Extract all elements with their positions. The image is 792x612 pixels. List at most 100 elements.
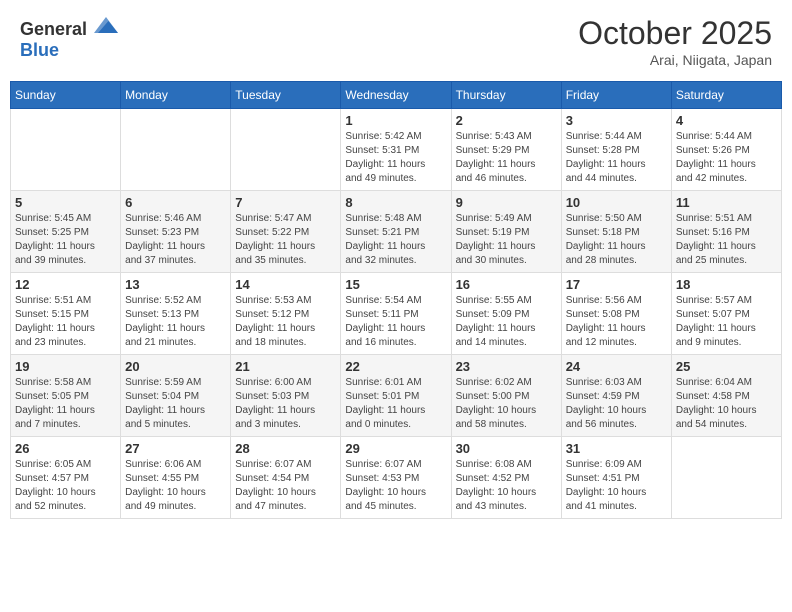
calendar-cell: 5Sunrise: 5:45 AM Sunset: 5:25 PM Daylig… — [11, 191, 121, 273]
calendar-cell: 19 Sunrise: 5:58 AM Sunset: 5:05 PM Dayli… — [11, 355, 121, 437]
day-info: Sunrise: 6:09 AM Sunset: 4:51 PM Dayligh… — [566, 458, 667, 514]
weekday-header: Thursday — [451, 82, 561, 109]
calendar-cell: 9 Sunrise: 5:49 AM Sunset: 5:19 PM Daylig… — [451, 191, 561, 273]
day-info: Sunrise: 6:07 AM Sunset: 4:53 PM Dayligh… — [345, 458, 446, 514]
day-number: 30 — [456, 441, 557, 456]
day-info: Sunrise: 6:00 AM Sunset: 5:03 PM Dayligh… — [235, 376, 336, 432]
day-info: Sunrise: 5:55 AM Sunset: 5:09 PM Dayligh… — [456, 294, 557, 350]
weekday-header: Wednesday — [341, 82, 451, 109]
day-number: 22 — [345, 359, 446, 374]
page-header: General Blue October 2025 Arai, Niigata,… — [10, 10, 782, 73]
day-info: Sunrise: 5:58 AM Sunset: 5:05 PM Dayligh… — [15, 376, 116, 432]
calendar-cell: 17 Sunrise: 5:56 AM Sunset: 5:08 PM Dayli… — [561, 273, 671, 355]
day-number: 12 — [15, 277, 116, 292]
calendar-cell: 4 Sunrise: 5:44 AM Sunset: 5:26 PM Daylig… — [671, 109, 781, 191]
day-info: Sunrise: 5:49 AM Sunset: 5:19 PM Dayligh… — [456, 212, 557, 268]
day-info: Sunrise: 5:42 AM Sunset: 5:31 PM Dayligh… — [345, 130, 446, 186]
day-info: Sunrise: 5:44 AM Sunset: 5:26 PM Dayligh… — [676, 130, 777, 186]
calendar-cell: 23 Sunrise: 6:02 AM Sunset: 5:00 PM Dayli… — [451, 355, 561, 437]
day-number: 15 — [345, 277, 446, 292]
day-info: Sunrise: 5:46 AM Sunset: 5:23 PM Dayligh… — [125, 212, 226, 268]
day-info: Sunrise: 6:08 AM Sunset: 4:52 PM Dayligh… — [456, 458, 557, 514]
day-number: 26 — [15, 441, 116, 456]
calendar-week-row: 12 Sunrise: 5:51 AM Sunset: 5:15 PM Dayli… — [11, 273, 782, 355]
weekday-header: Tuesday — [231, 82, 341, 109]
day-number: 3 — [566, 113, 667, 128]
day-info: Sunrise: 6:03 AM Sunset: 4:59 PM Dayligh… — [566, 376, 667, 432]
calendar-cell: 1 Sunrise: 5:42 AM Sunset: 5:31 PM Daylig… — [341, 109, 451, 191]
calendar-cell: 16 Sunrise: 5:55 AM Sunset: 5:09 PM Dayli… — [451, 273, 561, 355]
calendar-cell — [11, 109, 121, 191]
calendar-cell: 27Sunrise: 6:06 AM Sunset: 4:55 PM Dayli… — [121, 437, 231, 519]
month-title: October 2025 — [578, 15, 772, 52]
calendar-cell — [121, 109, 231, 191]
weekday-header: Friday — [561, 82, 671, 109]
weekday-header: Sunday — [11, 82, 121, 109]
calendar-cell: 12 Sunrise: 5:51 AM Sunset: 5:15 PM Dayli… — [11, 273, 121, 355]
calendar-header-row: SundayMondayTuesdayWednesdayThursdayFrid… — [11, 82, 782, 109]
calendar-cell: 21 Sunrise: 6:00 AM Sunset: 5:03 PM Dayli… — [231, 355, 341, 437]
calendar-cell — [231, 109, 341, 191]
logo-blue: Blue — [20, 40, 59, 60]
calendar-cell: 25 Sunrise: 6:04 AM Sunset: 4:58 PM Dayli… — [671, 355, 781, 437]
logo-icon — [94, 15, 118, 35]
location-title: Arai, Niigata, Japan — [578, 52, 772, 68]
day-number: 11 — [676, 195, 777, 210]
calendar-cell: 7Sunrise: 5:47 AM Sunset: 5:22 PM Daylig… — [231, 191, 341, 273]
calendar-week-row: 1 Sunrise: 5:42 AM Sunset: 5:31 PM Daylig… — [11, 109, 782, 191]
weekday-header: Monday — [121, 82, 231, 109]
day-number: 28 — [235, 441, 336, 456]
calendar-cell: 3 Sunrise: 5:44 AM Sunset: 5:28 PM Daylig… — [561, 109, 671, 191]
calendar-cell: 30 Sunrise: 6:08 AM Sunset: 4:52 PM Dayli… — [451, 437, 561, 519]
calendar-week-row: 19 Sunrise: 5:58 AM Sunset: 5:05 PM Dayli… — [11, 355, 782, 437]
day-number: 24 — [566, 359, 667, 374]
logo-general: General — [20, 19, 87, 39]
day-info: Sunrise: 5:52 AM Sunset: 5:13 PM Dayligh… — [125, 294, 226, 350]
calendar-cell: 6 Sunrise: 5:46 AM Sunset: 5:23 PM Daylig… — [121, 191, 231, 273]
day-number: 27 — [125, 441, 226, 456]
day-info: Sunrise: 5:51 AM Sunset: 5:16 PM Dayligh… — [676, 212, 777, 268]
day-info: Sunrise: 5:44 AM Sunset: 5:28 PM Dayligh… — [566, 130, 667, 186]
calendar-cell: 18Sunrise: 5:57 AM Sunset: 5:07 PM Dayli… — [671, 273, 781, 355]
day-number: 4 — [676, 113, 777, 128]
calendar-cell: 31Sunrise: 6:09 AM Sunset: 4:51 PM Dayli… — [561, 437, 671, 519]
day-number: 25 — [676, 359, 777, 374]
day-info: Sunrise: 6:01 AM Sunset: 5:01 PM Dayligh… — [345, 376, 446, 432]
day-number: 13 — [125, 277, 226, 292]
day-info: Sunrise: 5:51 AM Sunset: 5:15 PM Dayligh… — [15, 294, 116, 350]
calendar-cell: 8 Sunrise: 5:48 AM Sunset: 5:21 PM Daylig… — [341, 191, 451, 273]
day-number: 29 — [345, 441, 446, 456]
calendar-cell: 15Sunrise: 5:54 AM Sunset: 5:11 PM Dayli… — [341, 273, 451, 355]
day-number: 9 — [456, 195, 557, 210]
day-number: 17 — [566, 277, 667, 292]
logo: General Blue — [20, 15, 118, 61]
day-number: 7 — [235, 195, 336, 210]
day-info: Sunrise: 5:43 AM Sunset: 5:29 PM Dayligh… — [456, 130, 557, 186]
calendar-cell: 13 Sunrise: 5:52 AM Sunset: 5:13 PM Dayli… — [121, 273, 231, 355]
calendar-cell: 11 Sunrise: 5:51 AM Sunset: 5:16 PM Dayli… — [671, 191, 781, 273]
day-number: 8 — [345, 195, 446, 210]
day-number: 1 — [345, 113, 446, 128]
day-number: 23 — [456, 359, 557, 374]
day-info: Sunrise: 6:04 AM Sunset: 4:58 PM Dayligh… — [676, 376, 777, 432]
day-number: 19 — [15, 359, 116, 374]
day-number: 6 — [125, 195, 226, 210]
calendar-cell — [671, 437, 781, 519]
day-info: Sunrise: 5:56 AM Sunset: 5:08 PM Dayligh… — [566, 294, 667, 350]
day-info: Sunrise: 5:48 AM Sunset: 5:21 PM Dayligh… — [345, 212, 446, 268]
day-number: 16 — [456, 277, 557, 292]
day-number: 2 — [456, 113, 557, 128]
calendar-cell: 24 Sunrise: 6:03 AM Sunset: 4:59 PM Dayli… — [561, 355, 671, 437]
day-number: 21 — [235, 359, 336, 374]
day-number: 10 — [566, 195, 667, 210]
day-info: Sunrise: 6:02 AM Sunset: 5:00 PM Dayligh… — [456, 376, 557, 432]
calendar-cell: 2 Sunrise: 5:43 AM Sunset: 5:29 PM Daylig… — [451, 109, 561, 191]
calendar-week-row: 26Sunrise: 6:05 AM Sunset: 4:57 PM Dayli… — [11, 437, 782, 519]
calendar-cell: 28Sunrise: 6:07 AM Sunset: 4:54 PM Dayli… — [231, 437, 341, 519]
day-number: 14 — [235, 277, 336, 292]
day-info: Sunrise: 5:50 AM Sunset: 5:18 PM Dayligh… — [566, 212, 667, 268]
weekday-header: Saturday — [671, 82, 781, 109]
day-info: Sunrise: 5:53 AM Sunset: 5:12 PM Dayligh… — [235, 294, 336, 350]
day-number: 5 — [15, 195, 116, 210]
calendar-cell: 22 Sunrise: 6:01 AM Sunset: 5:01 PM Dayli… — [341, 355, 451, 437]
